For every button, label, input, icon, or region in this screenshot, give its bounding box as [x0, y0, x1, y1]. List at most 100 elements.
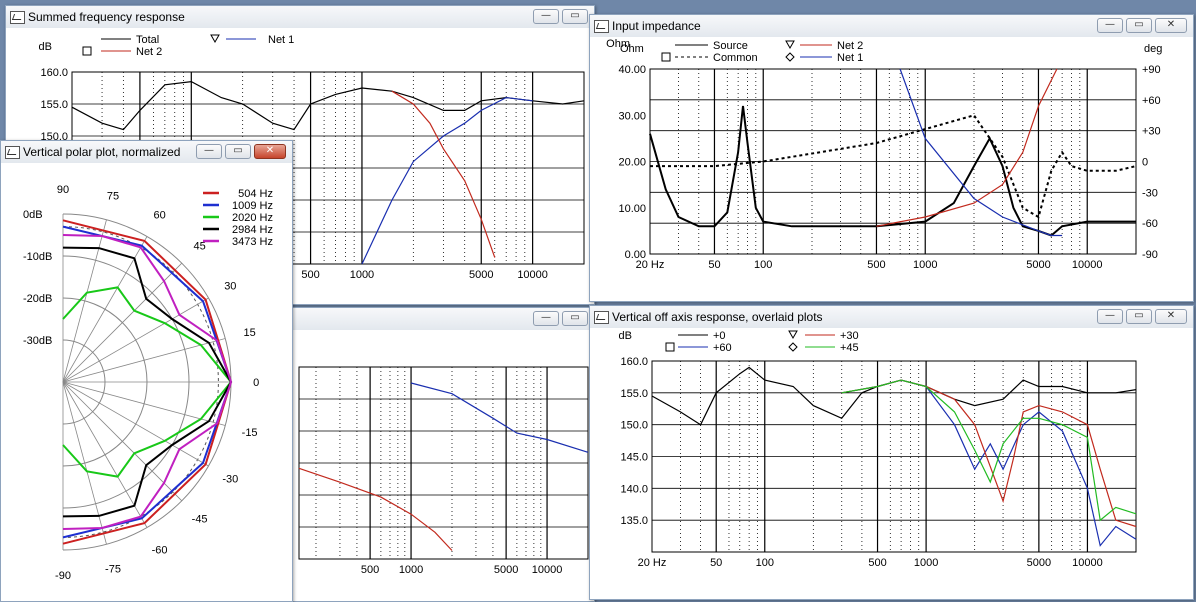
legend-label: +45	[840, 342, 859, 354]
maximize-button[interactable]: ▭	[1126, 309, 1152, 324]
legend-label: +30	[840, 330, 859, 342]
legend-label: 504 Hz	[238, 188, 273, 200]
legend-label: Common	[713, 52, 758, 64]
polar-title: Vertical polar plot, normalized	[23, 145, 181, 159]
y2-tick-label: +60	[1142, 95, 1161, 107]
polar-angle-label: -90	[55, 570, 71, 582]
middle-window[interactable]: — ▭ 500 1000 5000 10000	[290, 307, 595, 602]
polar-angle-label: -15	[242, 427, 258, 439]
x-tick-label: 500	[361, 564, 379, 576]
legend-label: Source	[713, 40, 748, 52]
polar-spoke	[62, 219, 107, 383]
x-tick-label: 5000	[494, 564, 518, 576]
legend-label: +60	[713, 342, 732, 354]
x-tick-label: 500	[868, 557, 886, 569]
legend-label: 2020 Hz	[232, 212, 273, 224]
impedance-title: Input impedance	[612, 19, 701, 33]
impedance-titlebar[interactable]: Input impedance — ▭ ✕	[590, 15, 1193, 38]
polar-r-label: -20dB	[23, 293, 52, 305]
x-tick-label: 10000	[1072, 557, 1103, 569]
legend-marker-square	[665, 342, 675, 352]
impedance-window[interactable]: Input impedance — ▭ ✕ 20 Hz 50 100 500 1000 5…	[589, 14, 1194, 302]
y-tick-label: 40.00	[618, 64, 646, 76]
polar-angle-label: 15	[243, 327, 255, 339]
legend-label: +0	[713, 330, 726, 342]
polar-chart: 9075604530150-15-30-45-60-75-900dB-10dB-…	[23, 184, 273, 582]
polar-angle-label: 90	[57, 184, 69, 196]
y-axis-label-ohm: Ohm	[620, 43, 644, 55]
maximize-button[interactable]: ▭	[562, 311, 588, 326]
offaxis-titlebar[interactable]: Vertical off axis response, overlaid plo…	[590, 306, 1193, 329]
x-tick-label: 100	[756, 557, 774, 569]
middle-titlebar[interactable]: — ▭	[291, 308, 594, 331]
polar-r-label: -30dB	[23, 335, 52, 347]
minimize-button[interactable]: —	[533, 9, 559, 24]
polar-angle-label: 30	[224, 280, 236, 292]
maximize-button[interactable]: ▭	[225, 144, 251, 159]
polar-r-label: -10dB	[23, 251, 52, 263]
legend-label: 2984 Hz	[232, 224, 273, 236]
legend-marker-diamond	[785, 52, 795, 62]
impedance-chart: 20 Hz 50 100 500 1000 5000 1000040.0030.0020.0…	[606, 38, 1162, 271]
x-tick-label: 1000	[399, 564, 423, 576]
x-tick-label: 20 Hz	[638, 557, 667, 569]
y-tick-label: 140.0	[620, 483, 648, 495]
y-axis-label: dB	[39, 41, 52, 53]
legend-label: 1009 Hz	[232, 200, 273, 212]
legend-marker-triangle	[210, 34, 220, 44]
x-tick-label: 500	[301, 269, 319, 281]
x-tick-label: 10000	[532, 564, 563, 576]
polar-angle-label: 60	[153, 210, 165, 222]
graph-icon	[5, 146, 20, 159]
y-tick-label: 145.0	[620, 452, 648, 464]
summed-titlebar[interactable]: Summed frequency response — ▭	[6, 6, 594, 29]
x-tick-label: 5000	[469, 269, 493, 281]
y2-axis-label: deg	[1144, 43, 1162, 55]
middle-chart-area: 500 1000 5000 10000	[291, 330, 594, 601]
polar-r-label: 0dB	[23, 209, 43, 221]
y-tick-label: 30.00	[618, 110, 646, 122]
x-tick-label: 1000	[913, 259, 937, 271]
maximize-button[interactable]: ▭	[1126, 18, 1152, 33]
y-tick-label: 155.0	[620, 388, 648, 400]
close-button[interactable]: ✕	[254, 144, 286, 159]
graph-icon	[10, 11, 25, 24]
offaxis-title: Vertical off axis response, overlaid plo…	[612, 310, 823, 324]
y2-tick-label: 0	[1142, 157, 1148, 169]
polar-titlebar[interactable]: Vertical polar plot, normalized — ▭ ✕	[1, 141, 292, 164]
legend-marker-diamond	[788, 342, 798, 352]
y-tick-label: 160.0	[620, 356, 648, 368]
y2-tick-label: -60	[1142, 218, 1158, 230]
minimize-button[interactable]: —	[196, 144, 222, 159]
x-tick-label: 1000	[350, 269, 374, 281]
legend-label: Total	[136, 34, 159, 46]
y-tick-label: 150.0	[620, 420, 648, 432]
y-tick-label: 135.0	[620, 515, 648, 527]
x-tick-label: 10000	[1072, 259, 1103, 271]
minimize-button[interactable]: —	[1097, 309, 1123, 324]
legend-label: 3473 Hz	[232, 236, 273, 248]
x-tick-label: 500	[867, 259, 885, 271]
polar-window[interactable]: Vertical polar plot, normalized — ▭ ✕ 90…	[0, 140, 293, 602]
legend-marker-triangle	[785, 40, 795, 50]
legend-label: Net 2	[837, 40, 863, 52]
offaxis-chart-area: 20 Hz 50 100 500 1000 5000 10000 160.0 155.0 150.…	[590, 328, 1193, 599]
legend-marker-square	[82, 46, 92, 56]
minimize-button[interactable]: —	[533, 311, 559, 326]
legend-label: Net 1	[268, 34, 294, 46]
offaxis-chart: 20 Hz 50 100 500 1000 5000 10000 160.0 155.0 150.…	[619, 330, 1137, 569]
maximize-button[interactable]: ▭	[562, 9, 588, 24]
polar-chart-area: 90 75 60 45 30 15 0 -15 -30 -45 -60 -75 -90 0dB -10dB -…	[1, 163, 292, 601]
polar-angle-label: 0	[253, 377, 259, 389]
graph-icon	[594, 20, 609, 33]
minimize-button[interactable]: —	[1097, 18, 1123, 33]
y2-tick-label: -90	[1142, 249, 1158, 261]
legend-label: Net 2	[136, 46, 162, 58]
close-button[interactable]: ✕	[1155, 309, 1187, 324]
x-tick-label: 100	[754, 259, 772, 271]
impedance-chart-area: 20 Hz 50 100 500 1000 5000 10000 40.00 30.00 20.0…	[590, 37, 1193, 301]
offaxis-window[interactable]: Vertical off axis response, overlaid plo…	[589, 305, 1194, 600]
middle-chart: 500 1000 5000 10000	[298, 366, 589, 576]
close-button[interactable]: ✕	[1155, 18, 1187, 33]
polar-spoke	[62, 381, 107, 545]
